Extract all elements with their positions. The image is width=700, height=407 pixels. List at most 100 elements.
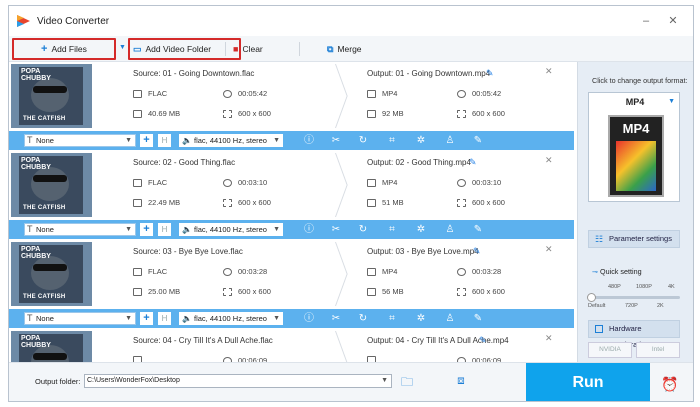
source-format: FLAC bbox=[133, 89, 167, 98]
format-thumbnail: MP4 bbox=[608, 115, 664, 197]
cut-icon[interactable]: ✂ bbox=[329, 312, 343, 325]
effects-icon[interactable]: ✲ bbox=[414, 223, 428, 236]
remove-item-icon[interactable]: ✕ bbox=[545, 66, 553, 77]
subtitle-select[interactable]: T None ▼ bbox=[24, 312, 136, 325]
list-item[interactable]: POPA CHUBBY Source: 04 - Cry Till It's A… bbox=[9, 329, 574, 362]
output-duration: 00:05:42 bbox=[457, 89, 501, 98]
audio-track-value: flac, 44100 Hz, stereo bbox=[194, 314, 267, 323]
tick-480p: 480P bbox=[608, 284, 621, 290]
rename-pencil-icon[interactable]: ✎ bbox=[473, 246, 481, 257]
subtitle-select[interactable]: T None ▼ bbox=[24, 134, 136, 147]
merge-button[interactable]: ⧉ Merge bbox=[327, 40, 362, 58]
source-size: 40.69 MB bbox=[133, 109, 180, 118]
output-size: 56 MB bbox=[367, 287, 404, 296]
rotate-icon[interactable]: ↻ bbox=[356, 134, 370, 147]
cut-icon[interactable]: ✂ bbox=[329, 223, 343, 236]
chevron-down-icon[interactable]: ▼ bbox=[381, 375, 388, 387]
close-icon[interactable]: ✕ bbox=[664, 12, 682, 30]
chevron-down-icon: ▼ bbox=[125, 137, 132, 144]
cut-icon[interactable]: ✂ bbox=[329, 134, 343, 147]
tick-4k: 4K bbox=[668, 284, 675, 290]
audio-track-select[interactable]: 🔈 flac, 44100 Hz, stereo ▼ bbox=[179, 223, 283, 236]
remove-item-icon[interactable]: ✕ bbox=[545, 333, 553, 344]
video-thumbnail: POPA CHUBBY THE CATFISH bbox=[11, 242, 92, 306]
alarm-clock-icon[interactable]: ⏰ bbox=[661, 376, 678, 393]
minimize-icon[interactable]: – bbox=[637, 12, 655, 30]
watermark-icon[interactable]: ♙ bbox=[443, 312, 457, 325]
source-format: FLAC bbox=[133, 267, 167, 276]
intel-badge: Intel bbox=[636, 342, 680, 358]
output-name: Output: 01 - Going Downtown.mp4 bbox=[367, 69, 491, 78]
list-item[interactable]: POPA CHUBBY THE CATFISH Source: 01 - Goi… bbox=[9, 62, 574, 150]
browse-folder-icon[interactable]: ⧈ bbox=[453, 373, 469, 387]
add-subtitle-button[interactable]: + bbox=[140, 223, 153, 236]
crop-icon[interactable]: ⌗ bbox=[385, 312, 399, 325]
source-name: Source: 03 - Bye Bye Love.flac bbox=[133, 247, 243, 256]
add-files-label: Add Files bbox=[51, 44, 87, 54]
info-icon[interactable]: ⓘ bbox=[302, 312, 316, 325]
subtitle-toggle-icon[interactable]: H bbox=[158, 134, 171, 147]
toolbar: + Add Files ▼ ▭ Add Video Folder ■ Clear… bbox=[9, 36, 693, 62]
rename-pencil-icon[interactable]: ✎ bbox=[479, 335, 487, 346]
output-duration: 00:03:10 bbox=[457, 178, 501, 187]
rename-pencil-icon[interactable]: ✎ bbox=[469, 157, 477, 168]
text-icon: T bbox=[27, 224, 33, 234]
slider-knob[interactable] bbox=[587, 293, 596, 302]
watermark-icon[interactable]: ♙ bbox=[443, 134, 457, 147]
source-duration: 00:05:42 bbox=[223, 89, 267, 98]
tick-720p: 720P bbox=[625, 303, 638, 309]
quick-setting-label: ⊸ Quick setting bbox=[592, 267, 642, 276]
cover-subtitle: THE CATFISH bbox=[23, 116, 66, 122]
quality-slider[interactable] bbox=[587, 293, 680, 302]
edit-icon[interactable]: ✎ bbox=[471, 312, 485, 325]
chevron-down-icon: ▼ bbox=[271, 223, 280, 236]
edit-icon[interactable]: ✎ bbox=[471, 223, 485, 236]
remove-item-icon[interactable]: ✕ bbox=[545, 244, 553, 255]
add-video-folder-button[interactable]: ▭ Add Video Folder bbox=[133, 40, 211, 58]
audio-track-select[interactable]: 🔈 flac, 44100 Hz, stereo ▼ bbox=[179, 312, 283, 325]
parameter-settings-label: Parameter settings bbox=[609, 234, 672, 243]
add-files-dropdown-icon[interactable]: ▼ bbox=[119, 44, 126, 51]
audio-track-select[interactable]: 🔈 flac, 44100 Hz, stereo ▼ bbox=[179, 134, 283, 147]
text-icon: T bbox=[27, 313, 33, 323]
watermark-icon[interactable]: ♙ bbox=[443, 223, 457, 236]
subtitle-value: None bbox=[36, 136, 54, 145]
add-subtitle-button[interactable]: + bbox=[140, 312, 153, 325]
clear-button[interactable]: ■ Clear bbox=[233, 40, 263, 58]
title-bar: Video Converter – ✕ bbox=[9, 6, 693, 36]
info-icon[interactable]: ⓘ bbox=[302, 134, 316, 147]
output-folder-label: Output folder: bbox=[35, 377, 81, 386]
add-files-button[interactable]: + Add Files bbox=[41, 40, 87, 58]
subtitle-toggle-icon[interactable]: H bbox=[158, 223, 171, 236]
parameter-settings-button[interactable]: ☷ Parameter settings bbox=[588, 230, 680, 248]
rotate-icon[interactable]: ↻ bbox=[356, 312, 370, 325]
effects-icon[interactable]: ✲ bbox=[414, 134, 428, 147]
crop-icon[interactable]: ⌗ bbox=[385, 223, 399, 236]
edit-icon[interactable]: ✎ bbox=[471, 134, 485, 147]
quick-setting-text: Quick setting bbox=[600, 267, 642, 276]
output-format-selector[interactable]: MP4 ▼ MP4 bbox=[588, 92, 680, 202]
effects-icon[interactable]: ✲ bbox=[414, 312, 428, 325]
remove-item-icon[interactable]: ✕ bbox=[545, 155, 553, 166]
subtitle-select[interactable]: T None ▼ bbox=[24, 223, 136, 236]
app-logo-icon bbox=[17, 15, 30, 27]
rename-pencil-icon[interactable]: ✎ bbox=[486, 68, 494, 79]
tick-2k: 2K bbox=[657, 303, 664, 309]
merge-label: Merge bbox=[337, 44, 362, 54]
source-size: 22.49 MB bbox=[133, 198, 180, 207]
output-resolution: 600 x 600 bbox=[457, 198, 505, 207]
list-item[interactable]: POPA CHUBBY THE CATFISH Source: 03 - Bye… bbox=[9, 240, 574, 328]
open-folder-icon[interactable]: 🗀 bbox=[399, 373, 415, 389]
crop-icon[interactable]: ⌗ bbox=[385, 134, 399, 147]
run-button[interactable]: Run bbox=[526, 363, 650, 401]
info-icon[interactable]: ⓘ bbox=[302, 223, 316, 236]
output-folder-input[interactable]: C:\Users\WonderFox\Desktop ▼ bbox=[84, 374, 392, 388]
list-item[interactable]: POPA CHUBBY THE CATFISH Source: 02 - Goo… bbox=[9, 151, 574, 239]
add-subtitle-button[interactable]: + bbox=[140, 134, 153, 147]
subtitle-toggle-icon[interactable]: H bbox=[158, 312, 171, 325]
format-badge: MP4 bbox=[622, 121, 650, 136]
output-format: MP4 bbox=[367, 267, 397, 276]
rotate-icon[interactable]: ↻ bbox=[356, 223, 370, 236]
hardware-acceleration-button[interactable]: Hardware acceleration bbox=[588, 320, 680, 349]
chevron-down-icon: ▼ bbox=[271, 312, 280, 325]
